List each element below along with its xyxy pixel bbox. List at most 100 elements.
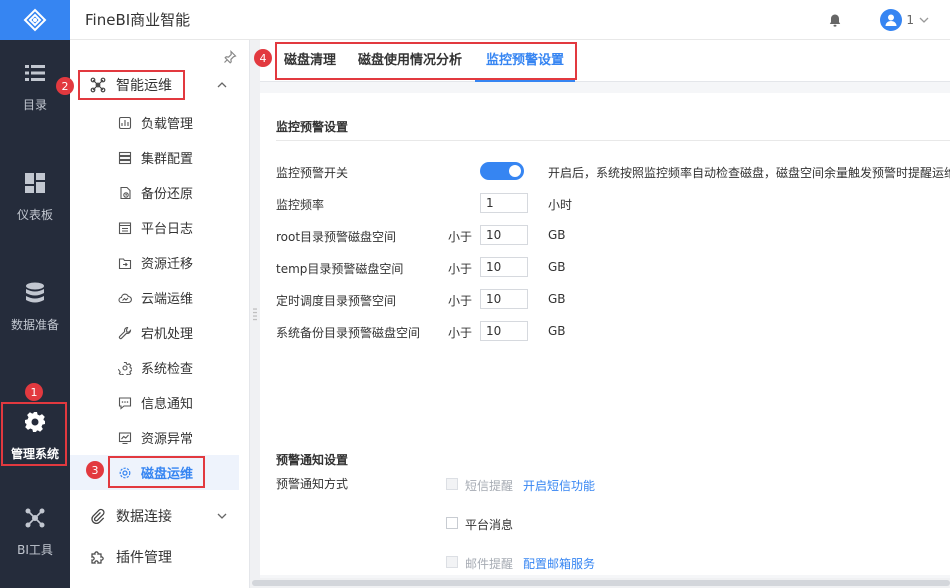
less-than-label: 小于 [448,262,473,276]
step-badge-3: 3 [86,461,104,479]
sidebar-item-label: 宕机处理 [141,327,194,342]
sidebar-item-resource-anomaly[interactable]: 资源异常 [70,420,250,455]
sidebar-group-smart-ops[interactable]: 智能运维 [70,67,250,103]
unit-label: GB [548,324,566,338]
sidebar-splitter[interactable] [250,40,260,588]
sidebar-item-label: 备份还原 [141,187,194,202]
bell-icon[interactable] [828,13,842,27]
rail-item-bi-tools[interactable]: BI工具 [0,497,70,567]
sidebar-item-cluster-config[interactable]: 集群配置 [70,140,250,175]
less-than-label: 小于 [448,230,473,244]
drag-handle-icon [253,308,257,321]
temp-threshold-label: temp目录预警磁盘空间 [276,262,404,276]
tab-monitor-alert-settings[interactable]: 监控预警设置 [475,40,575,82]
sidebar-item-label: 负载管理 [141,117,194,132]
sidebar-group-plugin-management[interactable]: 插件管理 [70,539,250,575]
monitor-alert-toggle[interactable] [480,162,524,180]
step-badge-4: 4 [254,49,272,67]
user-avatar-icon [880,9,903,31]
rail-item-admin-system[interactable]: 管理系统 [0,401,70,471]
cloud-icon [118,291,132,305]
monitor-settings-panel: 监控预警设置 监控预警开关 开启后，系统按照监控频率自动检查磁盘，磁盘空间余量触… [260,93,950,575]
tab-disk-cleanup[interactable]: 磁盘清理 [277,40,343,82]
enable-sms-link[interactable]: 开启短信功能 [523,477,595,494]
log-icon [118,221,132,235]
user-menu[interactable]: 1 [880,9,930,31]
sidebar-group-label: 数据连接 [116,509,172,525]
schedule-threshold-label: 定时调度目录预警空间 [276,294,397,308]
chevron-down-icon [217,513,227,519]
sidebar-item-resource-migration[interactable]: 资源迁移 [70,245,250,280]
database-icon [24,282,46,304]
sidebar-item-label: 平台日志 [141,222,194,237]
frequency-label: 监控频率 [276,198,325,212]
platform-message-label: 平台消息 [465,518,514,532]
rail-item-dashboard[interactable]: 仪表板 [0,162,70,232]
step-badge-1: 1 [25,383,43,401]
switch-description: 开启后，系统按照监控频率自动检查磁盘，磁盘空间余量触发预警时提醒运维 [548,166,950,180]
sidebar-item-backup-restore[interactable]: 备份还原 [70,175,250,210]
notify-method-label: 预警通知方式 [276,477,349,491]
finebi-logo[interactable] [0,0,70,40]
sidebar-item-system-check[interactable]: 系统检查 [70,350,250,385]
section-title-notify: 预警通知设置 [276,453,349,467]
temp-threshold-input[interactable]: 10 [480,257,528,277]
less-than-label: 小于 [448,326,473,340]
network-icon [24,507,46,529]
logo-icon [23,8,47,32]
mail-checkbox[interactable] [446,556,458,568]
sidebar-item-label: 信息通知 [141,397,194,412]
disk-ops-tabs: 4 磁盘清理 磁盘使用情况分析 监控预警设置 [254,40,950,82]
sidebar-item-load-management[interactable]: 负载管理 [70,105,250,140]
settings-check-icon [118,361,132,375]
sidebar-group-data-connection[interactable]: 数据连接 [70,498,250,534]
paperclip-icon [90,508,106,524]
schedule-threshold-input[interactable]: 10 [480,289,528,309]
section-title-monitor: 监控预警设置 [276,120,349,134]
highlight-frame [1,402,67,466]
top-bar: FineBI商业智能 1 [70,0,950,40]
tab-disk-usage-analysis[interactable]: 磁盘使用情况分析 [355,40,465,82]
user-name: 1 [906,13,914,27]
backup-threshold-input[interactable]: 10 [480,321,528,341]
scrollbar-thumb[interactable] [252,580,950,586]
highlight-frame [78,70,185,100]
config-mail-link[interactable]: 配置邮箱服务 [523,555,595,572]
frequency-unit: 小时 [548,198,573,212]
rail-label: 仪表板 [16,207,53,222]
sidebar-item-crash-handling[interactable]: 宕机处理 [70,315,250,350]
toggle-knob [509,165,521,177]
rail-label: 数据准备 [10,317,59,332]
switch-label: 监控预警开关 [276,166,349,180]
platform-message-checkbox[interactable] [446,517,458,529]
admin-sidebar: 2 智能运维 负载管理 集群配置 备份还原 平台日志 资源迁移 云端运维 宕机处… [56,40,250,588]
sms-label: 短信提醒 [465,479,514,493]
sidebar-item-cloud-ops[interactable]: 云端运维 [70,280,250,315]
app-title: FineBI商业智能 [85,11,191,29]
frequency-input[interactable]: 1 [480,193,528,213]
sidebar-item-platform-log[interactable]: 平台日志 [70,210,250,245]
puzzle-icon [90,549,106,565]
dashboard-icon [24,172,46,194]
message-icon [118,396,132,410]
step-badge-2: 2 [56,77,74,95]
rail-item-data-prep[interactable]: 数据准备 [0,272,70,342]
load-icon [118,116,132,130]
pin-icon[interactable] [223,50,237,64]
less-than-label: 小于 [448,294,473,308]
sidebar-item-message-notify[interactable]: 信息通知 [70,385,250,420]
horizontal-scrollbar[interactable] [252,578,950,588]
monitor-chart-icon [118,431,132,445]
backup-icon [118,186,132,200]
list-icon [24,62,46,84]
sms-checkbox[interactable] [446,478,458,490]
chevron-down-icon [919,17,929,23]
sidebar-item-label: 云端运维 [141,292,194,307]
unit-label: GB [548,228,566,242]
sidebar-item-label: 系统检查 [141,362,194,377]
highlight-frame [108,456,205,488]
root-threshold-input[interactable]: 10 [480,225,528,245]
sidebar-item-label: 资源迁移 [141,257,194,272]
unit-label: GB [548,260,566,274]
mail-label: 邮件提醒 [465,557,514,571]
